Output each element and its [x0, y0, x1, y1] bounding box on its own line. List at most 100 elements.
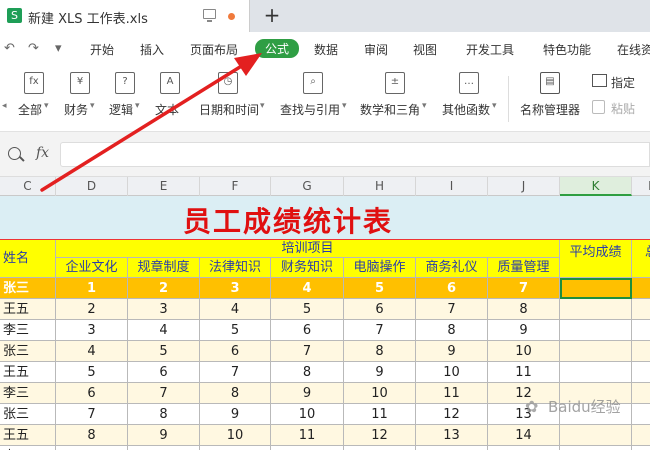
score-cell[interactable]: 12 — [416, 404, 488, 425]
score-cell[interactable]: 2 — [128, 278, 200, 299]
score-cell[interactable]: 5 — [271, 299, 344, 320]
lookup-reference-icon[interactable]: ⌕ — [303, 72, 323, 94]
menu-features[interactable]: 特色功能 — [543, 41, 591, 58]
score-cell[interactable]: 4 — [271, 278, 344, 299]
score-cell[interactable]: 11 — [416, 383, 488, 404]
average-cell[interactable] — [560, 425, 632, 446]
score-cell[interactable]: 3 — [128, 299, 200, 320]
row-name-cell[interactable]: 王五 — [0, 299, 56, 320]
column-header-j[interactable]: J — [488, 177, 560, 196]
score-cell[interactable]: 6 — [416, 278, 488, 299]
row-name-cell[interactable]: 李三 — [0, 320, 56, 341]
redo-icon[interactable]: ↷ — [28, 41, 39, 56]
ribbon-text[interactable]: 文本 — [155, 101, 179, 118]
chevron-down-icon[interactable]: ▾ — [90, 101, 95, 111]
menu-data[interactable]: 数据 — [314, 41, 338, 58]
date-time-icon[interactable]: ◷ — [218, 72, 238, 94]
score-cell[interactable]: 12 — [271, 446, 344, 450]
menu-review[interactable]: 审阅 — [364, 41, 388, 58]
name-manager-icon[interactable]: ▤ — [540, 72, 560, 94]
score-cell[interactable]: 4 — [128, 320, 200, 341]
monitor-icon[interactable] — [203, 9, 216, 22]
score-cell[interactable]: 3 — [200, 278, 271, 299]
score-cell[interactable]: 7 — [488, 278, 560, 299]
score-cell[interactable]: 3 — [56, 320, 128, 341]
score-cell[interactable]: 4 — [56, 341, 128, 362]
zoom-search-icon[interactable] — [8, 147, 21, 160]
header-item-cell[interactable]: 质量管理 — [488, 258, 560, 278]
score-cell[interactable]: 11 — [488, 362, 560, 383]
ribbon-define-name[interactable]: 指定 — [611, 74, 635, 91]
score-cell[interactable]: 5 — [128, 341, 200, 362]
quick-access-more-icon[interactable]: ▾ — [55, 41, 62, 56]
sheet-title-band[interactable]: 员工成绩统计表 — [0, 196, 650, 240]
extra-cell[interactable] — [632, 362, 650, 383]
column-header-h[interactable]: H — [344, 177, 416, 196]
score-cell[interactable]: 8 — [344, 341, 416, 362]
extra-cell[interactable] — [632, 425, 650, 446]
score-cell[interactable]: 8 — [488, 299, 560, 320]
text-function-icon[interactable]: A — [160, 72, 180, 94]
header-item-cell[interactable]: 规章制度 — [128, 258, 200, 278]
score-cell[interactable]: 10 — [416, 362, 488, 383]
score-cell[interactable]: 15 — [488, 446, 560, 450]
logic-icon[interactable]: ? — [115, 72, 135, 94]
row-name-cell[interactable]: 张三 — [0, 341, 56, 362]
column-header-g[interactable]: G — [271, 177, 344, 196]
insert-function-icon[interactable]: fx — [24, 72, 44, 94]
header-item-cell[interactable]: 法律知识 — [200, 258, 271, 278]
score-cell[interactable]: 13 — [344, 446, 416, 450]
other-functions-icon[interactable]: … — [459, 72, 479, 94]
score-cell[interactable]: 8 — [416, 320, 488, 341]
column-header-e[interactable]: E — [128, 177, 200, 196]
extra-cell[interactable] — [632, 299, 650, 320]
score-cell[interactable]: 8 — [271, 362, 344, 383]
menu-online[interactable]: 在线资 — [617, 41, 650, 58]
extra-cell[interactable] — [632, 278, 650, 299]
score-cell[interactable]: 11 — [344, 404, 416, 425]
header-average-cell[interactable]: 平均成绩 — [560, 240, 632, 278]
score-cell[interactable]: 6 — [200, 341, 271, 362]
score-cell[interactable]: 9 — [200, 404, 271, 425]
score-cell[interactable]: 9 — [488, 320, 560, 341]
score-cell[interactable]: 14 — [416, 446, 488, 450]
score-cell[interactable]: 2 — [56, 299, 128, 320]
ribbon-scroll-left-icon[interactable]: ◂ — [2, 101, 7, 111]
column-header-i[interactable]: I — [416, 177, 488, 196]
math-trig-icon[interactable]: ± — [385, 72, 405, 94]
score-cell[interactable]: 11 — [200, 446, 271, 450]
row-name-cell[interactable]: 李三 — [0, 446, 56, 450]
score-cell[interactable]: 5 — [344, 278, 416, 299]
new-tab-button[interactable]: + — [262, 3, 282, 27]
menu-formula[interactable]: 公式 — [255, 39, 300, 58]
row-name-cell[interactable]: 王五 — [0, 425, 56, 446]
score-cell[interactable]: 8 — [200, 383, 271, 404]
average-cell[interactable] — [560, 320, 632, 341]
score-cell[interactable]: 9 — [128, 425, 200, 446]
row-name-cell[interactable]: 李三 — [0, 383, 56, 404]
score-cell[interactable]: 7 — [56, 404, 128, 425]
row-name-cell[interactable]: 张三 — [0, 404, 56, 425]
chevron-down-icon[interactable]: ▾ — [135, 101, 140, 111]
chevron-down-icon[interactable]: ▾ — [342, 101, 347, 111]
ribbon-other-functions[interactable]: 其他函数 — [442, 101, 490, 118]
ribbon-all-functions[interactable]: 全部 — [18, 101, 42, 118]
row-name-cell[interactable]: 王五 — [0, 362, 56, 383]
score-cell[interactable]: 6 — [56, 383, 128, 404]
menu-developer[interactable]: 开发工具 — [466, 41, 514, 58]
menu-insert[interactable]: 插入 — [140, 41, 164, 58]
fx-icon[interactable]: fx — [36, 145, 49, 161]
undo-icon[interactable]: ↶ — [4, 41, 15, 56]
menu-view[interactable]: 视图 — [413, 41, 437, 58]
score-cell[interactable]: 10 — [344, 383, 416, 404]
finance-icon[interactable]: ¥ — [70, 72, 90, 94]
average-cell[interactable] — [560, 278, 632, 299]
chevron-down-icon[interactable]: ▾ — [44, 101, 49, 111]
score-cell[interactable]: 6 — [344, 299, 416, 320]
score-cell[interactable]: 6 — [128, 362, 200, 383]
ribbon-finance[interactable]: 财务 — [64, 101, 88, 118]
score-cell[interactable]: 14 — [488, 425, 560, 446]
column-header-c[interactable]: C — [0, 177, 56, 196]
score-cell[interactable]: 6 — [271, 320, 344, 341]
score-cell[interactable]: 10 — [271, 404, 344, 425]
